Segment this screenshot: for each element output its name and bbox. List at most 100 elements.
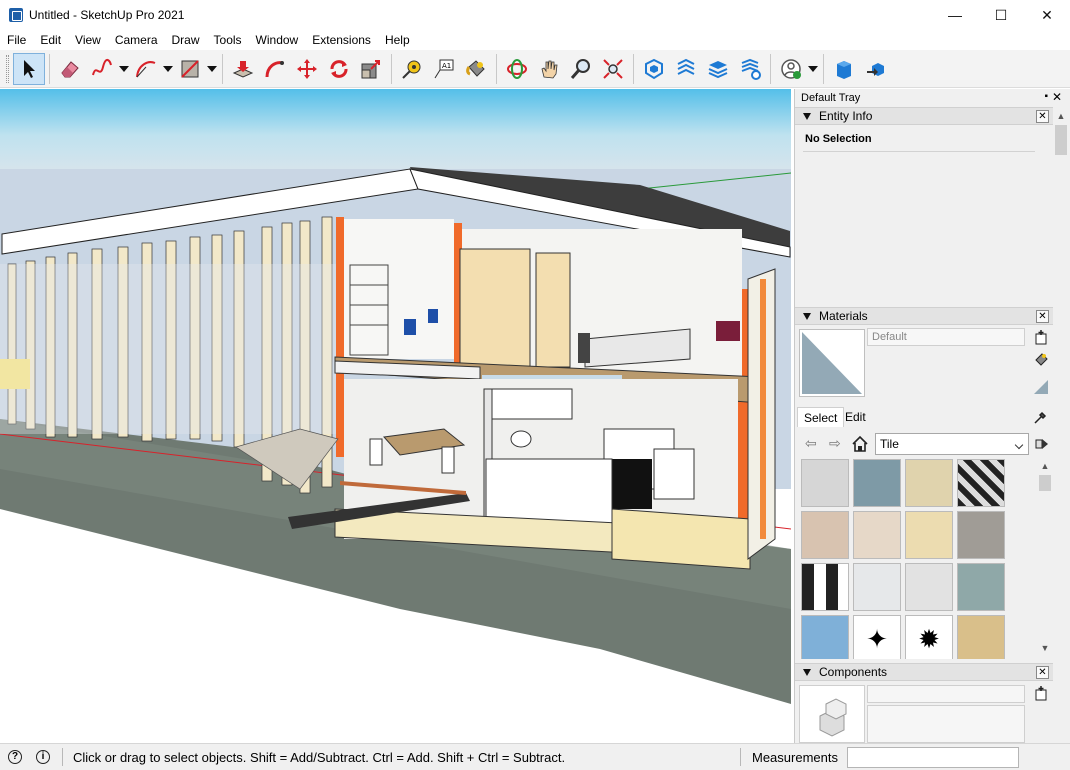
component-name-field[interactable] [867,685,1025,703]
extension-manager-button[interactable] [734,53,766,85]
maximize-button[interactable]: ☐ [978,0,1024,30]
entity-info-close-icon[interactable]: ✕ [1036,110,1049,123]
menu-view[interactable]: View [68,30,108,50]
rectangle-dropdown-chevron-icon[interactable] [206,53,218,85]
toolbar-separator [770,53,771,84]
materials-title: Materials [819,309,868,323]
rectangle-tool-button[interactable] [174,53,206,85]
material-swatch[interactable] [853,563,901,611]
solid-tools-button[interactable] [828,53,860,85]
material-swatch[interactable] [957,615,1005,659]
material-swatch[interactable] [801,459,849,507]
profile-dropdown-chevron-icon[interactable] [807,53,819,85]
sky [0,89,791,173]
tab-edit[interactable]: Edit [839,407,872,427]
title-bar: Untitled - SketchUp Pro 2021 — ☐ ✕ [0,0,1070,30]
forward-arrow-icon[interactable]: ⇨ [829,435,841,452]
scroll-up-icon[interactable]: ▲ [1053,109,1069,123]
components-close-icon[interactable]: ✕ [1036,666,1049,679]
arc-dropdown-chevron-icon[interactable] [162,53,174,85]
material-swatch[interactable] [801,563,849,611]
material-swatch[interactable] [957,563,1005,611]
material-swatch[interactable] [905,459,953,507]
material-swatch[interactable] [853,511,901,559]
material-swatch[interactable] [853,459,901,507]
components-header[interactable]: Components ✕ [795,663,1053,681]
orbit-icon [507,58,527,79]
component-description-field[interactable] [867,705,1025,743]
rotate-tool-button[interactable] [323,53,355,85]
material-swatch[interactable] [905,563,953,611]
menu-tools[interactable]: Tools [207,30,249,50]
home-icon[interactable] [851,435,869,453]
3d-warehouse-button[interactable] [638,53,670,85]
profile-button[interactable] [775,53,807,85]
select-tool-button[interactable] [13,52,45,85]
house-section-scene [0,89,791,704]
menu-camera[interactable]: Camera [108,30,165,50]
details-arrow-icon[interactable] [1035,437,1049,451]
send-to-layout-button[interactable] [860,53,892,85]
follow-me-tool-button[interactable] [259,53,291,85]
geo-location-icon[interactable]: ? [8,750,22,764]
menu-extensions[interactable]: Extensions [305,30,378,50]
create-material-icon[interactable] [1033,329,1049,345]
freehand-dropdown-chevron-icon[interactable] [118,53,130,85]
instructor-info-icon[interactable]: i [36,750,50,764]
extension-warehouse-button[interactable] [670,53,702,85]
eyedropper-icon[interactable] [1033,409,1049,425]
arc-tool-button[interactable] [130,53,162,85]
scroll-thumb[interactable] [1039,475,1051,491]
pan-tool-button[interactable] [533,53,565,85]
tab-select[interactable]: Select [797,407,845,427]
menu-window[interactable]: Window [249,30,306,50]
back-arrow-icon[interactable]: ⇦ [805,435,817,452]
tape-measure-tool-button[interactable] [396,53,428,85]
zoom-magnifier-icon [570,58,590,79]
minimize-button[interactable]: — [932,0,978,30]
material-name-field[interactable]: Default [867,328,1025,346]
freehand-tool-button[interactable] [86,53,118,85]
status-bar: ? i Click or drag to select objects. Shi… [0,743,1070,770]
scale-tool-button[interactable] [355,53,387,85]
scroll-down-icon[interactable]: ▼ [1037,641,1053,655]
eraser-tool-button[interactable] [54,53,86,85]
materials-scrollbar[interactable]: ▲ ▼ [1037,457,1053,657]
material-swatch-grid: ✦ ✹ [801,459,1011,659]
move-tool-button[interactable] [291,53,323,85]
material-swatch[interactable] [957,459,1005,507]
sample-paint-icon[interactable] [1033,351,1049,367]
menu-edit[interactable]: Edit [33,30,68,50]
toolbar-grip[interactable] [6,54,9,83]
material-swatch[interactable]: ✹ [905,615,953,659]
material-swatch[interactable] [801,615,849,659]
paint-bucket-tool-button[interactable] [460,53,492,85]
text-tool-button[interactable]: A1 [428,53,460,85]
modeling-viewport[interactable] [0,89,791,743]
entity-info-header[interactable]: Entity Info ✕ [795,107,1053,125]
tray-close-icon[interactable]: ✕ [1052,90,1062,104]
push-pull-tool-button[interactable] [227,53,259,85]
entity-info-scrollbar[interactable]: ▲ [1053,107,1069,307]
measurements-input[interactable] [847,747,1019,768]
scroll-up-icon[interactable]: ▲ [1037,459,1053,473]
menu-help[interactable]: Help [378,30,417,50]
materials-close-icon[interactable]: ✕ [1036,310,1049,323]
material-swatch[interactable]: ✦ [853,615,901,659]
create-component-icon[interactable] [1033,685,1049,701]
orbit-tool-button[interactable] [501,53,533,85]
scroll-thumb[interactable] [1055,125,1067,155]
collection-select[interactable]: Tile [875,433,1029,455]
zoom-tool-button[interactable] [565,53,597,85]
menu-draw[interactable]: Draw [165,30,207,50]
menu-file[interactable]: File [0,30,33,50]
layout-button[interactable] [702,53,734,85]
material-swatch[interactable] [801,511,849,559]
materials-header[interactable]: Materials ✕ [795,307,1053,325]
zoom-extents-tool-button[interactable] [597,53,629,85]
material-swatch[interactable] [957,511,1005,559]
material-swatch[interactable] [905,511,953,559]
pin-icon[interactable]: ▪ [1044,91,1048,102]
close-button[interactable]: ✕ [1024,0,1070,30]
default-material-swatch-icon[interactable] [1033,379,1049,395]
